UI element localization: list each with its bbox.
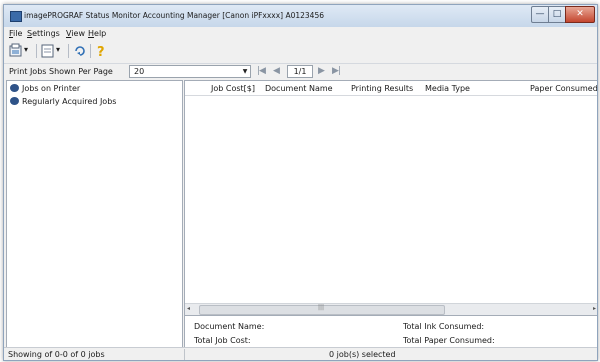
chevron-down-icon[interactable]: ▼ [240,66,250,77]
toolbar-divider [36,44,37,58]
help-button[interactable]: ? [95,43,107,60]
detail-total-paper: Total Paper Consumed: [403,336,495,345]
menu-help[interactable]: Help [88,29,106,38]
settings-button[interactable]: ▾ [41,43,65,59]
tree-item-label: Jobs on Printer [22,84,81,93]
status-divider [184,349,185,360]
menu-help-label: elp [94,29,107,38]
menu-view-label: iew [71,29,85,38]
title-bar[interactable]: imagePROGRAF Status Monitor Accounting M… [4,5,597,27]
maximize-button[interactable]: □ [548,6,566,23]
tree-item-jobs-on-printer[interactable]: Jobs on Printer [10,84,80,95]
window-title: imagePROGRAF Status Monitor Accounting M… [24,11,324,20]
scrollbar-thumb[interactable]: ||| [199,304,445,315]
refresh-icon [75,46,85,56]
refresh-button[interactable] [73,43,87,59]
next-page-button[interactable]: ▶ [318,66,325,76]
status-job-range: Showing of 0-0 of 0 jobs [8,350,105,359]
minimize-button[interactable]: — [531,6,549,23]
column-job-cost[interactable]: Job Cost[$] [211,84,255,93]
menu-settings[interactable]: Settings [27,29,60,38]
app-icon [10,11,22,22]
scroll-right-icon[interactable]: ▸ [593,305,596,312]
help-icon: ? [97,45,105,60]
menu-bar: File Settings View Help [4,27,597,40]
detail-total-ink: Total Ink Consumed: [403,322,485,331]
settings-icon [41,44,54,58]
printer-jobs-icon [10,84,19,92]
last-page-button[interactable]: ▶| [332,66,341,76]
export-dropdown-icon[interactable]: ▾ [24,45,28,54]
app-window: imagePROGRAF Status Monitor Accounting M… [3,4,598,361]
close-button[interactable]: ✕ [565,6,595,23]
toolbar-divider [68,44,69,58]
svg-text:?: ? [97,45,105,59]
column-printing-results[interactable]: Printing Results [351,84,413,93]
toolbar-divider [90,44,91,58]
menu-settings-label: ettings [32,29,60,38]
page-indicator[interactable]: 1/1 [287,65,313,78]
pager-bar: Print Jobs Shown Per Page 20 ▼ |◀ ◀ 1/1 … [4,63,597,79]
column-paper-consumed[interactable]: Paper Consumed[m [530,84,597,93]
tree-item-label: Regularly Acquired Jobs [22,97,117,106]
status-bar: Showing of 0-0 of 0 jobs 0 job(s) select… [4,347,597,360]
menu-view[interactable]: View [66,29,85,38]
job-tree: Jobs on Printer Regularly Acquired Jobs [6,80,183,348]
menu-file-label: ile [13,29,23,38]
status-selected-count: 0 job(s) selected [329,350,396,359]
toolbar: ▾ ▾ ? [4,41,597,61]
tree-item-regular-jobs[interactable]: Regularly Acquired Jobs [10,97,116,108]
column-media-type[interactable]: Media Type [425,84,470,93]
menu-file[interactable]: File [9,29,22,38]
export-button[interactable]: ▾ [9,43,33,59]
per-page-label: Print Jobs Shown Per Page [9,67,113,76]
detail-document-name: Document Name: [194,322,265,331]
export-icon [9,43,22,57]
column-document-name[interactable]: Document Name [265,84,333,93]
per-page-value: 20 [134,67,145,76]
table-header: Job Cost[$] Document Name Printing Resul… [185,81,597,96]
detail-total-job-cost: Total Job Cost: [194,336,251,345]
scroll-grip-icon: ||| [318,304,325,311]
settings-dropdown-icon[interactable]: ▾ [56,45,60,54]
horizontal-scrollbar[interactable]: ◂ ||| ▸ [185,303,597,315]
scroll-left-icon[interactable]: ◂ [187,305,190,312]
job-details-panel: Document Name: Total Job Cost: Total Ink… [184,315,597,348]
job-list-table: Job Cost[$] Document Name Printing Resul… [184,80,597,316]
per-page-select[interactable]: 20 ▼ [129,65,251,78]
regular-jobs-icon [10,97,19,105]
first-page-button[interactable]: |◀ [257,66,266,76]
prev-page-button[interactable]: ◀ [273,66,280,76]
